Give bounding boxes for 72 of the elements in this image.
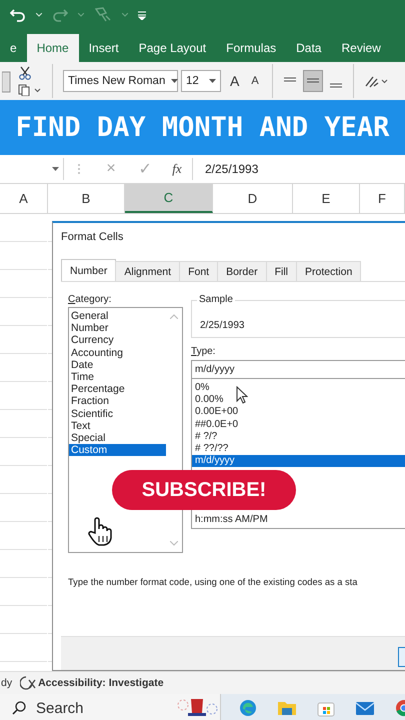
ribbon-tab[interactable]: Data (286, 34, 332, 62)
type-item[interactable]: # ?/? (192, 430, 405, 444)
subscribe-button[interactable]: SUBSCRIBE! (112, 470, 296, 510)
ribbon-tab[interactable]: Insert (78, 34, 129, 62)
type-item[interactable]: 0.00% (192, 394, 405, 406)
accessibility-icon[interactable] (20, 676, 36, 690)
ribbon-tab[interactable]: Page Layout (128, 34, 216, 62)
category-item[interactable]: Currency (69, 334, 166, 347)
folder-icon[interactable] (277, 700, 297, 716)
category-item[interactable]: Text (69, 420, 166, 432)
font-size-dropdown[interactable]: 12 (181, 70, 221, 92)
dialog-tab[interactable]: Alignment (115, 261, 180, 281)
insert-function-button[interactable]: fx (162, 161, 192, 177)
hat-icon (176, 697, 220, 719)
type-item[interactable]: ##0.0E+0 (192, 418, 405, 431)
column-header[interactable]: F (360, 184, 405, 213)
category-item[interactable]: Scientific (69, 408, 166, 420)
dialog-tab[interactable]: Number (61, 259, 116, 281)
sample-value: 2/25/1993 (200, 320, 244, 331)
category-label: Category: (68, 294, 112, 305)
ribbon-tab[interactable]: Review (331, 34, 391, 62)
banner-title: FIND DAY MONTH AND YEAR (16, 112, 390, 143)
ribbon-tab[interactable]: Home (26, 34, 79, 62)
ribbon-tab[interactable]: e (0, 34, 27, 62)
type-label: Type: (191, 346, 216, 357)
mail-icon[interactable] (355, 700, 375, 716)
pointer-cursor-icon (236, 386, 248, 404)
dialog-tab[interactable]: Border (217, 261, 267, 281)
scissors-icon[interactable] (18, 66, 32, 80)
search-icon (12, 701, 26, 715)
caret-icon[interactable] (209, 79, 216, 83)
font-name-dropdown[interactable]: Times New Roman (63, 70, 178, 92)
type-item[interactable]: 0% (192, 382, 405, 394)
column-header[interactable]: E (293, 184, 360, 213)
category-item[interactable]: Accounting (69, 346, 166, 359)
search-box[interactable]: Search (0, 694, 221, 720)
column-header[interactable]: C (125, 184, 213, 213)
category-item[interactable]: Percentage (69, 383, 166, 396)
type-item[interactable]: m/d/yyyy (192, 455, 405, 468)
caret-icon[interactable] (171, 79, 178, 83)
hand-cursor-icon (87, 516, 113, 546)
category-item[interactable]: Date (69, 358, 166, 372)
dialog-tab[interactable]: Protection (296, 261, 362, 281)
category-item[interactable]: Fraction (69, 395, 166, 408)
status-text: dy (1, 677, 12, 689)
dialog-tab[interactable]: Font (179, 261, 218, 281)
align-middle-icon[interactable] (302, 70, 323, 92)
dialog-tab[interactable]: Fill (266, 261, 298, 281)
column-header[interactable]: A (0, 184, 48, 213)
category-item[interactable]: Custom (69, 444, 166, 456)
grow-font-button[interactable]: A (227, 73, 242, 89)
hint-text: Type the number format code, using one of the existing codes as a sta (68, 577, 358, 587)
type-field[interactable]: m/d/yyyy (191, 360, 405, 379)
copy-icon[interactable] (18, 84, 42, 96)
column-header[interactable]: D (213, 184, 293, 213)
customize-icon[interactable] (138, 10, 146, 20)
dialog-title: Format Cells (60, 230, 124, 245)
formula-field[interactable]: 2/25/1993 (192, 158, 405, 180)
ribbon-tab[interactable]: Formulas (216, 34, 286, 62)
category-item[interactable]: Special (69, 432, 166, 444)
type-item[interactable]: h:mm:ss AM/PM (192, 514, 405, 526)
shrink-font-button[interactable]: A (248, 75, 262, 87)
sample-label: Sample (197, 294, 235, 305)
type-item[interactable]: 0.00E+00 (192, 406, 405, 419)
category-item[interactable]: Number (69, 322, 166, 334)
type-item[interactable]: # ??/?? (192, 443, 405, 456)
accessibility-status[interactable]: Accessibility: Investigate (38, 677, 164, 689)
browser-icon[interactable] (239, 699, 257, 717)
category-item[interactable]: General (69, 310, 166, 322)
orientation-icon[interactable] (364, 74, 388, 88)
undo-icon[interactable] (10, 8, 26, 22)
category-item[interactable]: Time (69, 371, 166, 384)
